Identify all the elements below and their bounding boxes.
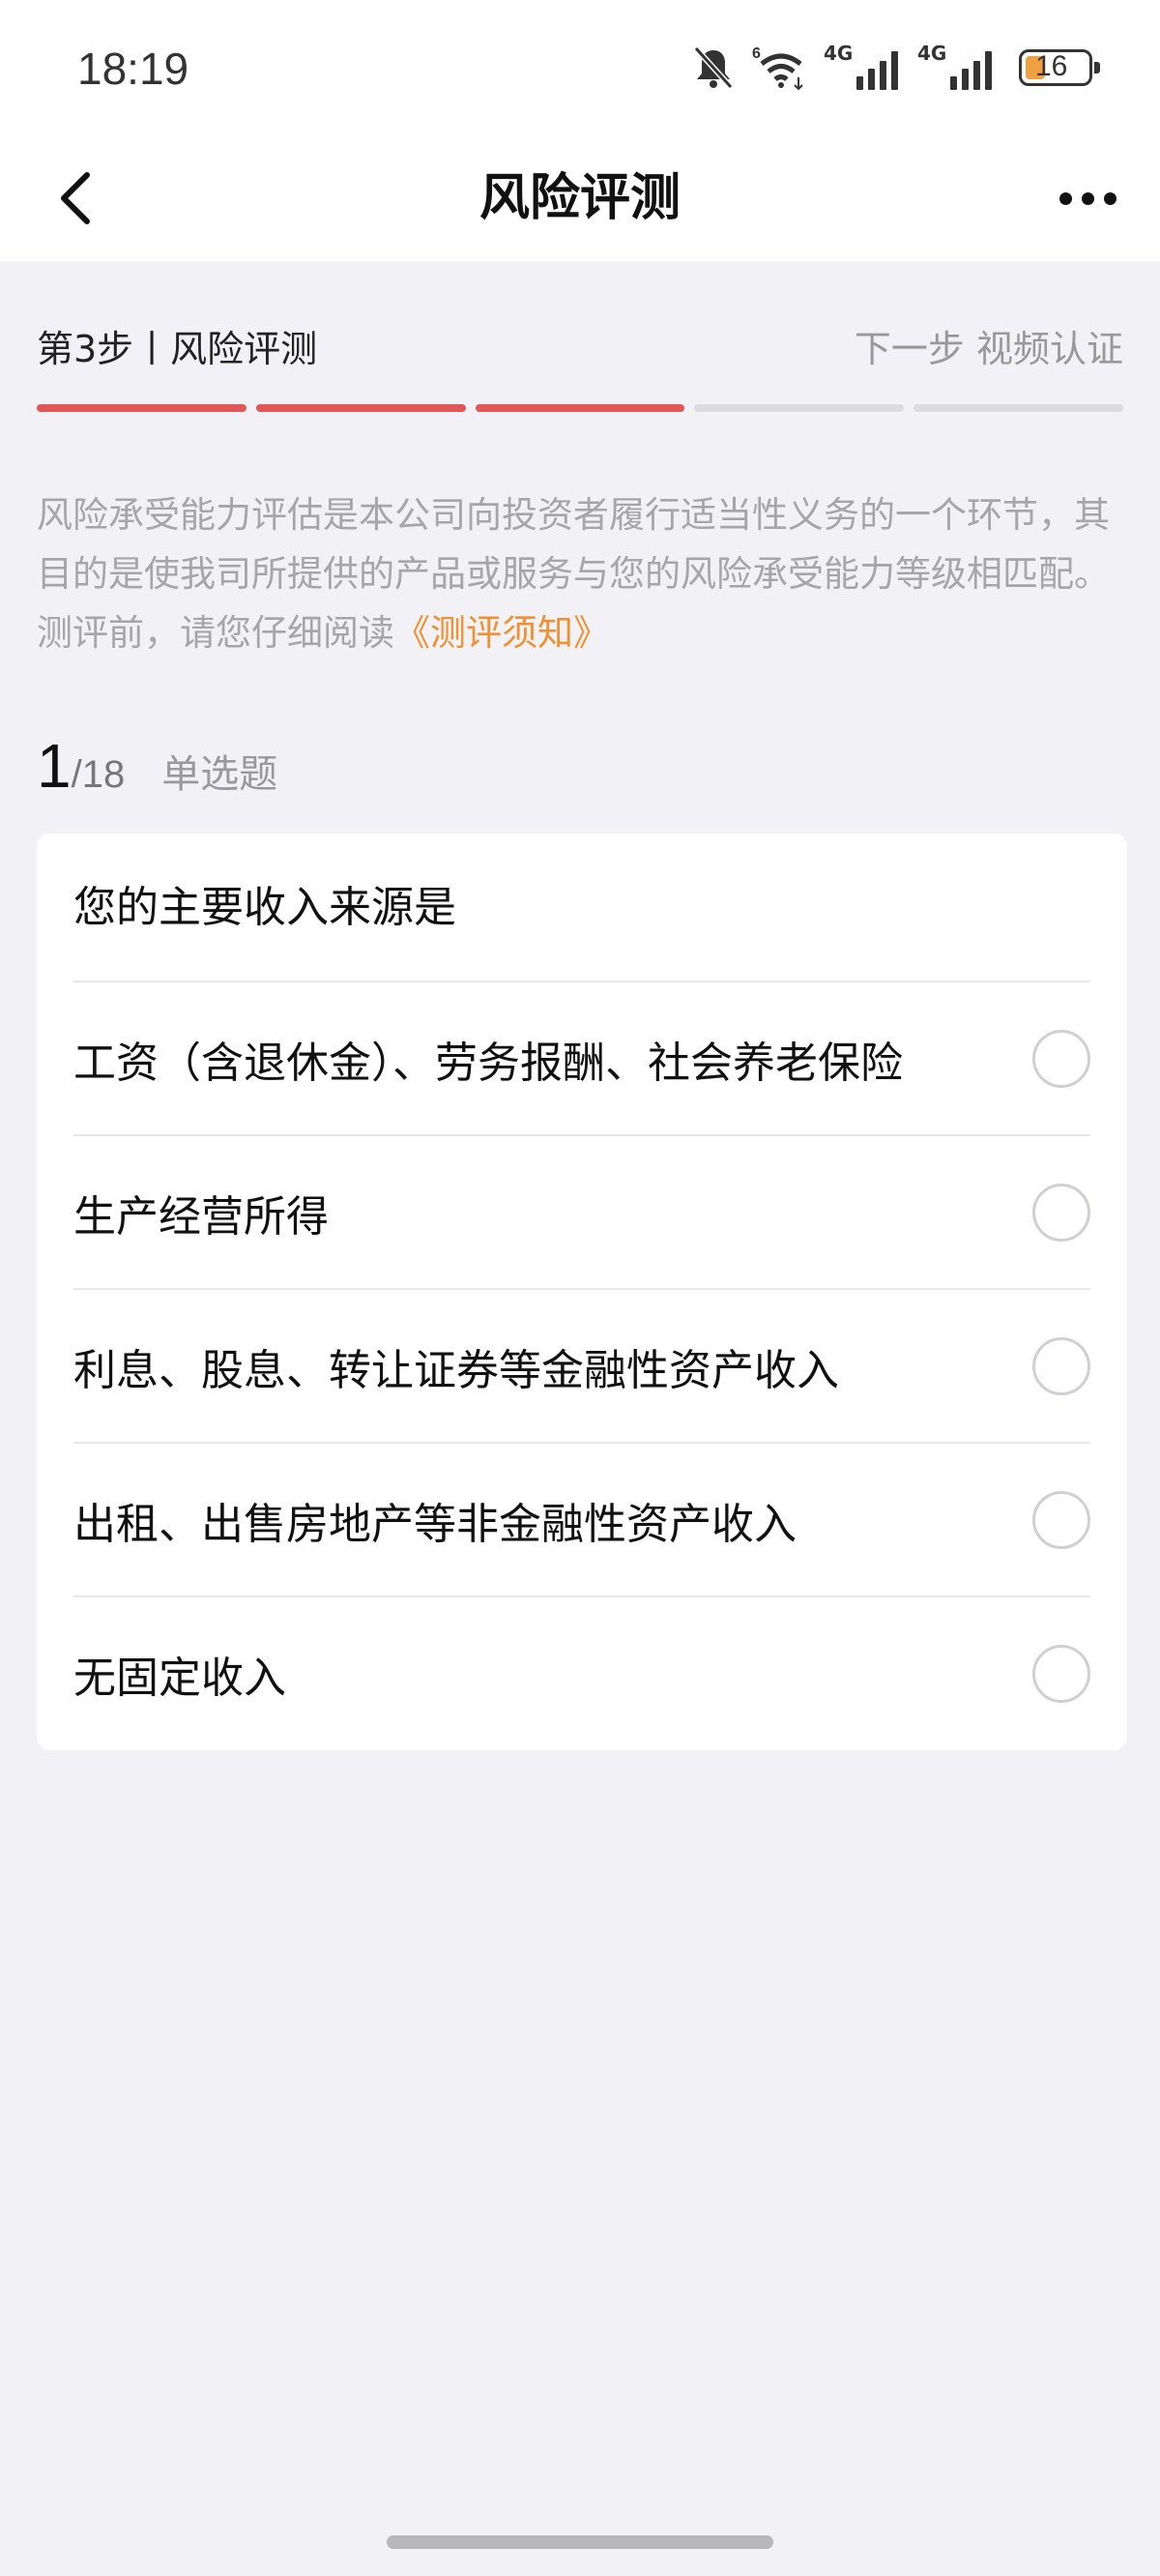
progress-segment (914, 404, 1123, 412)
wifi-icon: 6 (752, 45, 803, 91)
status-time: 18:19 (77, 44, 189, 94)
signal-strength-icon-2: 4G (917, 42, 992, 90)
option-label: 生产经营所得 (73, 1191, 329, 1242)
question-total: /18 (71, 753, 126, 796)
step-progress-bar (37, 404, 1123, 412)
step-indicator: 第3步丨风险评测 下一步 视频认证 (37, 319, 1123, 373)
progress-segment (694, 404, 905, 412)
current-step-label: 第3步丨风险评测 (37, 328, 318, 370)
network-type-1: 4G (824, 42, 854, 65)
option-label: 利息、股息、转让证券等金融性资产收入 (73, 1345, 839, 1395)
status-icons: 6 4G 4G 16 (692, 39, 1100, 97)
option-item[interactable]: 出租、出售房地产等非金融性资产收入 (73, 1442, 1090, 1595)
radio-button[interactable] (1032, 1336, 1090, 1395)
question-number: 1 (37, 731, 72, 801)
next-step-label: 下一步 视频认证 (854, 328, 1123, 370)
status-bar: 18:19 6 4G 4G 16 (0, 0, 1160, 140)
assessment-notice-link[interactable]: 《测评须知》 (394, 612, 609, 654)
question-type: 单选题 (161, 752, 278, 797)
page-title: 风险评测 (478, 169, 681, 227)
more-dots-icon (1058, 191, 1072, 205)
intro-text: 风险承受能力评估是本公司向投资者履行适当性义务的一个环节，其目的是使我司所提供的… (37, 485, 1123, 662)
option-label: 无固定收入 (73, 1653, 286, 1703)
radio-button[interactable] (1032, 1490, 1090, 1549)
option-item[interactable]: 利息、股息、转让证券等金融性资产收入 (73, 1288, 1090, 1442)
option-item[interactable]: 生产经营所得 (73, 1134, 1090, 1288)
mute-bell-icon (693, 45, 734, 90)
svg-text:6: 6 (752, 45, 761, 62)
radio-button[interactable] (1032, 1183, 1090, 1242)
question-title: 您的主要收入来源是 (73, 883, 456, 932)
progress-segment (37, 404, 246, 412)
option-item[interactable]: 无固定收入 (73, 1595, 1090, 1749)
progress-segment (475, 404, 685, 412)
signal-strength-icon-1: 4G (824, 42, 898, 90)
battery-icon: 16 (1019, 49, 1100, 86)
progress-segment (255, 404, 466, 412)
battery-level: 16 (1035, 50, 1068, 82)
option-label: 工资（含退休金）、劳务报酬、社会养老保险 (73, 1038, 903, 1088)
question-card: 您的主要收入来源是 工资（含退休金）、劳务报酬、社会养老保险 生产经营所得 利息… (37, 834, 1127, 1750)
network-type-2: 4G (917, 42, 947, 65)
option-label: 出租、出售房地产等非金融性资产收入 (73, 1499, 797, 1549)
nav-bar: 风险评测 (0, 140, 1160, 261)
home-indicator[interactable] (387, 2535, 773, 2549)
more-button[interactable] (1044, 174, 1131, 222)
option-item[interactable]: 工资（含退休金）、劳务报酬、社会养老保险 (73, 981, 1090, 1134)
question-counter: 1 /18 单选题 (37, 730, 277, 807)
radio-button[interactable] (1032, 1029, 1090, 1088)
radio-button[interactable] (1032, 1644, 1090, 1703)
